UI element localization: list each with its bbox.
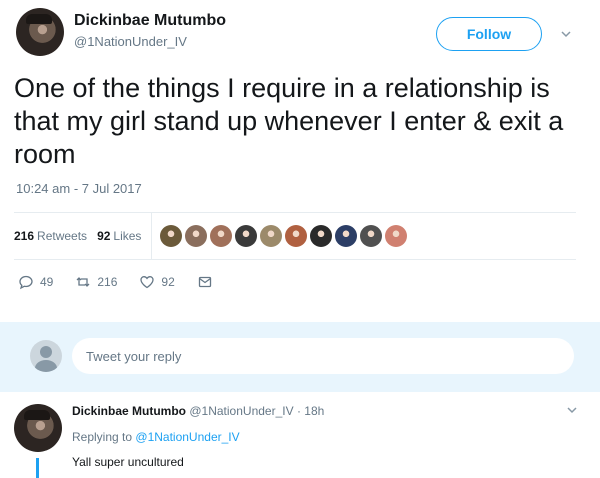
liker-avatars [160, 225, 410, 247]
stats-row: 216 Retweets 92 Likes [14, 212, 576, 260]
replying-prefix: Replying to [72, 430, 133, 444]
author-avatar[interactable] [16, 8, 64, 56]
like-count: 92 [161, 275, 175, 289]
likes-count: 92 [97, 229, 111, 243]
retweet-action[interactable]: 216 [75, 274, 117, 290]
like-action[interactable]: 92 [139, 274, 175, 290]
reply-author-name[interactable]: Dickinbae Mutumbo [72, 404, 186, 418]
tweet-text: One of the things I require in a relatio… [14, 73, 564, 169]
message-action[interactable] [197, 274, 219, 290]
reply-count: 49 [40, 275, 54, 289]
envelope-icon [198, 276, 211, 288]
thread-line [36, 458, 39, 478]
author-handle[interactable]: @1NationUnder_IV [74, 34, 187, 49]
reply-text: Yall super uncultured [72, 455, 184, 469]
retweets-label: Retweets [37, 229, 88, 243]
likes-label: Likes [113, 229, 142, 243]
liker-avatar[interactable] [285, 225, 308, 247]
liker-avatar[interactable] [210, 225, 233, 247]
reply-action[interactable]: 49 [18, 274, 53, 290]
liker-avatar[interactable] [235, 225, 258, 247]
tweet-timestamp[interactable]: 10:24 am - 7 Jul 2017 [16, 181, 142, 196]
liker-avatar[interactable] [335, 225, 358, 247]
liker-avatar[interactable] [360, 225, 383, 247]
main-tweet: Dickinbae Mutumbo @1NationUnder_IV Follo… [0, 0, 600, 322]
reply-time[interactable]: · 18h [297, 404, 324, 418]
liker-avatar[interactable] [385, 225, 408, 247]
author-display-name[interactable]: Dickinbae Mutumbo [74, 12, 226, 30]
liker-avatar[interactable] [160, 225, 183, 247]
stats-divider [151, 212, 153, 260]
liker-avatar[interactable] [310, 225, 333, 247]
likes-stat[interactable]: 92 Likes [97, 229, 141, 243]
retweet-icon [76, 277, 90, 287]
retweet-count: 216 [97, 275, 118, 289]
liker-avatar[interactable] [185, 225, 208, 247]
liker-avatar[interactable] [260, 225, 283, 247]
reply-input[interactable] [72, 338, 574, 374]
replying-handle-link[interactable]: @1NationUnder_IV [135, 430, 239, 444]
chevron-down-icon[interactable] [560, 28, 572, 40]
reply-author-handle[interactable]: @1NationUnder_IV [189, 404, 293, 418]
reply-author-avatar[interactable] [14, 404, 62, 452]
retweets-count: 216 [14, 229, 35, 243]
tweet-actions: 49 216 92 [18, 272, 241, 292]
reply-icon [19, 275, 33, 290]
user-avatar [30, 340, 62, 372]
heart-icon [140, 276, 155, 289]
retweets-stat[interactable]: 216 Retweets [14, 229, 87, 243]
follow-button[interactable]: Follow [436, 17, 542, 51]
reply-header: Dickinbae Mutumbo @1NationUnder_IV · 18h [72, 404, 324, 418]
replying-to: Replying to @1NationUnder_IV [72, 430, 240, 444]
chevron-down-icon[interactable] [566, 404, 578, 419]
